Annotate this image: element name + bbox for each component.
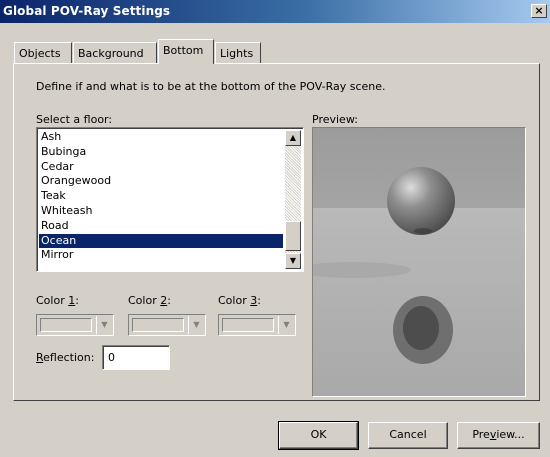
ok-button[interactable]: OK bbox=[278, 421, 359, 450]
color1-swatch bbox=[40, 318, 92, 332]
dropdown-arrow-icon[interactable]: ▼ bbox=[96, 316, 112, 334]
scroll-thumb[interactable] bbox=[285, 221, 301, 251]
tab-objects[interactable]: Objects bbox=[14, 42, 72, 63]
floor-list-items: Ash Bubinga Cedar Orangewood Teak Whitea… bbox=[39, 130, 283, 263]
list-item[interactable]: Ash bbox=[39, 130, 283, 145]
list-item[interactable]: Whiteash bbox=[39, 204, 283, 219]
close-button[interactable]: × bbox=[531, 4, 547, 18]
cancel-button[interactable]: Cancel bbox=[368, 422, 448, 449]
down-arrow-icon: ▼ bbox=[289, 256, 297, 265]
floor-label: Select a floor: bbox=[36, 113, 113, 126]
color1-label: Color 1: bbox=[36, 294, 79, 307]
tab-background[interactable]: Background bbox=[73, 42, 157, 63]
list-item[interactable]: Bubinga bbox=[39, 145, 283, 160]
description-text: Define if and what is to be at the botto… bbox=[36, 80, 386, 93]
preview-render bbox=[313, 128, 525, 396]
list-item[interactable]: Orangewood bbox=[39, 174, 283, 189]
preview-label: Preview: bbox=[312, 113, 358, 126]
window-title: Global POV-Ray Settings bbox=[3, 4, 171, 18]
list-item[interactable]: Teak bbox=[39, 189, 283, 204]
list-item-selected[interactable]: Ocean bbox=[39, 233, 283, 249]
preview-button-label: Preview... bbox=[472, 428, 525, 441]
color1-picker[interactable]: ▼ bbox=[36, 314, 114, 336]
tab-objects-label: Objects bbox=[19, 47, 61, 60]
tab-lights-label: Lights bbox=[220, 47, 254, 60]
reflection-label: Reflection: bbox=[36, 351, 95, 364]
color2-picker[interactable]: ▼ bbox=[128, 314, 206, 336]
dropdown-arrow-icon[interactable]: ▼ bbox=[278, 316, 294, 334]
floor-listbox[interactable]: Ash Bubinga Cedar Orangewood Teak Whitea… bbox=[36, 127, 304, 272]
list-item[interactable]: Cedar bbox=[39, 160, 283, 175]
title-bar: Global POV-Ray Settings × bbox=[0, 0, 550, 23]
preview-image bbox=[312, 127, 526, 397]
up-arrow-icon: ▲ bbox=[289, 133, 297, 142]
dropdown-arrow-icon[interactable]: ▼ bbox=[188, 316, 204, 334]
color2-label: Color 2: bbox=[128, 294, 171, 307]
tab-bottom[interactable]: Bottom bbox=[158, 39, 214, 64]
list-item[interactable]: Mirror bbox=[39, 248, 283, 263]
preview-button[interactable]: Preview... bbox=[457, 422, 540, 449]
list-item[interactable]: Road bbox=[39, 219, 283, 234]
close-icon: × bbox=[534, 4, 544, 17]
scroll-up-button[interactable]: ▲ bbox=[285, 130, 301, 146]
cancel-button-label: Cancel bbox=[389, 428, 427, 441]
color3-swatch bbox=[222, 318, 274, 332]
color3-picker[interactable]: ▼ bbox=[218, 314, 296, 336]
tab-bottom-label: Bottom bbox=[163, 44, 204, 57]
tab-background-label: Background bbox=[78, 47, 144, 60]
reflection-input[interactable]: 0 bbox=[102, 345, 170, 370]
ok-button-label: OK bbox=[310, 428, 327, 441]
floor-list-scrollbar[interactable]: ▲ ▼ bbox=[285, 130, 301, 269]
color3-label: Color 3: bbox=[218, 294, 261, 307]
tab-lights[interactable]: Lights bbox=[215, 42, 261, 63]
scroll-down-button[interactable]: ▼ bbox=[285, 253, 301, 269]
color2-swatch bbox=[132, 318, 184, 332]
